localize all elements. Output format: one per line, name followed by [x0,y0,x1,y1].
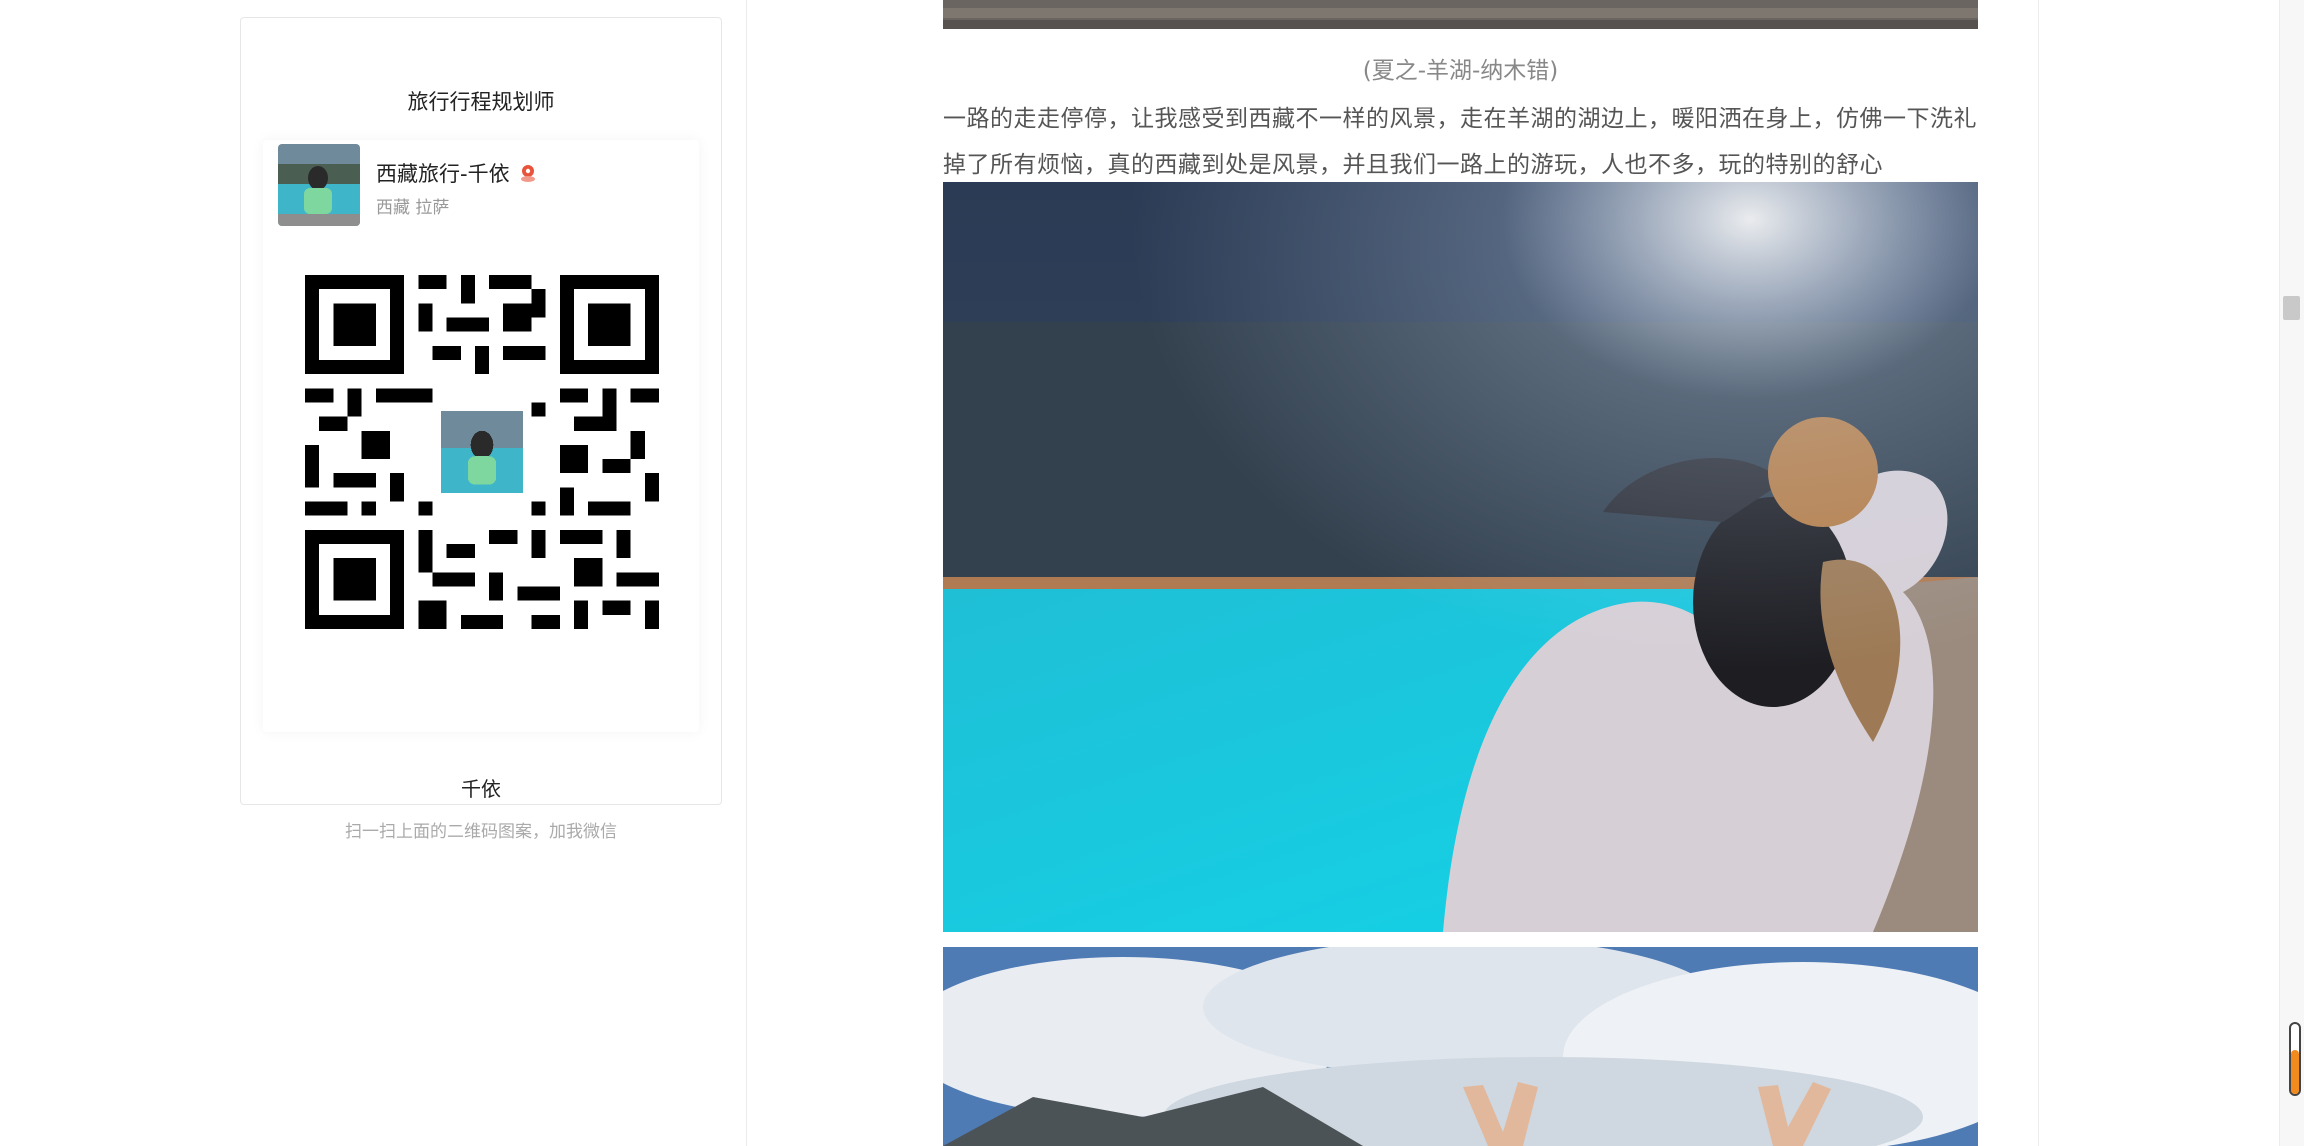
profile-name: 西藏旅行-千依 [376,162,510,186]
column-divider-right [2038,0,2039,1146]
article-paragraph: 一路的走走停停，让我感受到西藏不一样的风景，走在羊湖的湖边上，暖阳洒在身上，仿佛… [943,106,1977,178]
scrollbar-track[interactable] [2279,0,2304,1146]
photo-clouds[interactable] [943,947,1978,1146]
profile-name-row[interactable]: 西藏旅行-千依 [376,158,538,188]
location-pin-icon [518,163,538,183]
page: 旅行行程规划师 扫一扫上面的二维码图案，加我微信 千依 西藏旅行-千依 西藏 拉… [0,0,2304,1146]
avatar[interactable] [278,144,360,226]
column-divider-left [746,0,747,1146]
planner-name: 千依 [461,777,501,801]
photo-rocky-shore [943,0,1978,29]
photo-caption: (夏之-羊湖-纳木错) [1362,58,1559,84]
photo-yamdrok-lake[interactable] [943,182,1978,932]
profile-location: 西藏 拉萨 [376,198,450,218]
scrollbar-thumb[interactable] [2283,296,2300,320]
qr-code-icon[interactable] [305,275,659,629]
mini-scroll-progress [2291,1050,2299,1094]
qr-hint: 扫一扫上面的二维码图案，加我微信 [345,822,617,842]
card-title: 旅行行程规划师 [407,90,555,114]
